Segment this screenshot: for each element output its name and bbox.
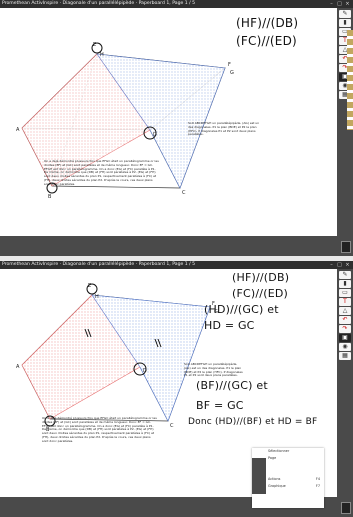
context-menu: Sélectionner Page Actions F4 Graphique F7: [252, 448, 324, 508]
maximize-icon[interactable]: □: [337, 1, 342, 7]
redo-icon[interactable]: ↷: [339, 325, 351, 333]
menu-item-actions[interactable]: Actions F4: [252, 476, 324, 483]
handwritten-note-b4: HD = GC: [204, 319, 255, 332]
window-controls-2: – □ ×: [329, 261, 350, 269]
highlighter-icon[interactable]: ▮: [339, 19, 351, 27]
vertex-label-d-2: D: [143, 368, 147, 374]
text-tool-icon[interactable]: T: [339, 298, 351, 306]
vertex-label-e-2: E: [88, 283, 91, 289]
bottom-status-bar: [0, 236, 353, 256]
proof-text: On a déjà démontré plusieurs fois que EF…: [44, 159, 159, 186]
pen-icon[interactable]: ✎: [339, 271, 351, 279]
grid-icon[interactable]: ▦: [339, 352, 351, 360]
vertex-label-b: B: [48, 194, 52, 200]
vertex-label-h: H: [100, 52, 104, 58]
window-title-bar-2: Promethean ActivInspire · Diagonale d'un…: [0, 261, 353, 269]
vertex-label-a-2: A: [16, 364, 20, 370]
eraser-icon[interactable]: ▭: [339, 289, 351, 297]
selector-icon[interactable]: ▣: [339, 334, 351, 342]
flipchart-canvas[interactable]: A B C D E F G H (HF)//(DB) (FC)//(ED) So…: [0, 8, 337, 236]
vertex-label-c-2: C: [170, 423, 174, 429]
vertex-label-f: F: [228, 62, 231, 68]
maximize-icon[interactable]: □: [337, 262, 342, 268]
shape-icon[interactable]: △: [339, 307, 351, 315]
window-title-2: Promethean ActivInspire · Diagonale d'un…: [2, 262, 196, 267]
vertex-label-d: D: [153, 132, 157, 138]
handwritten-note-b3: (HD)//(GC) et: [204, 303, 279, 316]
pen-icon[interactable]: ✎: [339, 10, 351, 18]
top-app-window: Promethean ActivInspire · Diagonale d'un…: [0, 0, 353, 256]
window-controls: – □ ×: [329, 0, 350, 8]
vertex-label-h-2: H: [95, 294, 99, 300]
vertex-label-c: C: [182, 190, 186, 196]
vertex-label-a: A: [16, 127, 20, 133]
menu-item-select[interactable]: Sélectionner: [252, 448, 324, 455]
window-title: Promethean ActivInspire · Diagonale d'un…: [2, 1, 196, 6]
main-toolbox-2: ✎ ▮ ▭ T △ ↶ ↷ ▣ ◉ ▦: [337, 269, 353, 517]
definition-text-2: Soit ABCDEFGH un parallélépipède. (AG) e…: [184, 362, 243, 378]
window-title-bar: Promethean ActivInspire · Diagonale d'un…: [0, 0, 353, 8]
highlighter-icon[interactable]: ▮: [339, 280, 351, 288]
vertex-label-e: E: [93, 42, 96, 48]
menu-item-graphics[interactable]: Graphique F7: [252, 483, 324, 490]
handwritten-note-1: (HF)//(DB): [236, 16, 299, 30]
definition-text: Soit ABCDEFGH un parallélépipède. (AG) e…: [188, 121, 260, 137]
handwritten-note-b2: (FC)//(ED): [232, 287, 289, 300]
handwritten-note-b6: BF = GC: [196, 399, 244, 412]
handwritten-note-b1: (HF)//(DB): [232, 271, 290, 284]
side-color-strip: [347, 30, 353, 130]
minimize-icon[interactable]: –: [329, 262, 334, 268]
close-icon[interactable]: ×: [345, 262, 350, 268]
vertex-label-g: G: [230, 70, 234, 76]
handwritten-note-b7: Donc (HD)//(BF) et HD = BF: [188, 417, 318, 427]
undo-icon[interactable]: ↶: [339, 316, 351, 324]
handwritten-note-b5: (BF)//(GC) et: [196, 379, 268, 392]
handwritten-note-2: (FC)//(ED): [236, 34, 297, 48]
trash-icon[interactable]: [341, 241, 351, 253]
camera-icon[interactable]: ◉: [339, 343, 351, 351]
proof-text-2: On a déjà démontré plusieurs fois que EF…: [42, 416, 157, 443]
menu-item-page[interactable]: Page: [252, 455, 324, 462]
minimize-icon[interactable]: –: [329, 1, 334, 7]
close-icon[interactable]: ×: [345, 1, 350, 7]
trash-icon[interactable]: [341, 502, 351, 514]
